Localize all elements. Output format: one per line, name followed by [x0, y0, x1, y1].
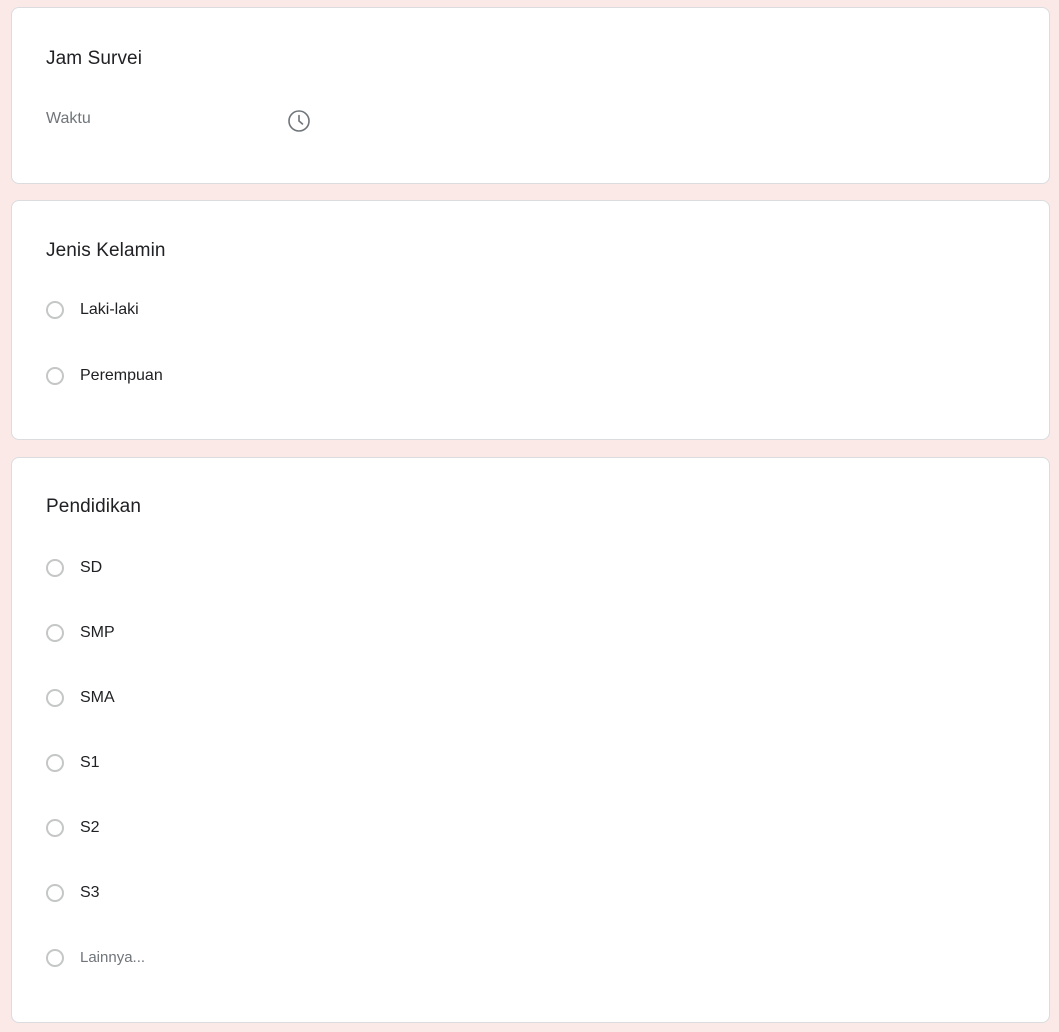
radio-option-perempuan[interactable]: Perempuan	[46, 362, 163, 390]
option-label: SMP	[80, 624, 115, 641]
radio-option-sma[interactable]: SMA	[46, 684, 115, 712]
option-label: S3	[80, 884, 100, 901]
radio-button[interactable]	[46, 884, 64, 902]
radio-option-sd[interactable]: SD	[46, 554, 102, 582]
radio-button[interactable]	[46, 624, 64, 642]
radio-option-laki-laki[interactable]: Laki-laki	[46, 296, 139, 324]
radio-button[interactable]	[46, 949, 64, 967]
radio-button[interactable]	[46, 819, 64, 837]
radio-option-s1[interactable]: S1	[46, 749, 100, 777]
radio-button[interactable]	[46, 367, 64, 385]
time-placeholder: Waktu	[46, 110, 91, 127]
radio-button[interactable]	[46, 754, 64, 772]
question-card-education: Pendidikan SD SMP SMA S1 S2 S3 Lainnya..…	[11, 457, 1050, 1023]
question-title-time: Jam Survei	[46, 48, 143, 69]
option-label: SD	[80, 559, 103, 576]
radio-button[interactable]	[46, 689, 64, 707]
other-option-label: Lainnya...	[80, 949, 146, 966]
radio-option-other[interactable]: Lainnya...	[46, 944, 145, 972]
option-label: S2	[80, 819, 100, 836]
question-card-time: Jam Survei Waktu	[11, 7, 1050, 184]
option-label: SMA	[80, 689, 115, 706]
radio-option-s3[interactable]: S3	[46, 879, 100, 907]
radio-option-smp[interactable]: SMP	[46, 619, 115, 647]
time-input[interactable]: Waktu	[46, 108, 316, 136]
option-label: Perempuan	[80, 367, 163, 384]
radio-button[interactable]	[46, 301, 64, 319]
question-title-gender: Jenis Kelamin	[46, 240, 166, 261]
question-title-education: Pendidikan	[46, 496, 142, 517]
option-label: S1	[80, 754, 100, 771]
question-card-gender: Jenis Kelamin Laki-laki Perempuan	[11, 200, 1050, 440]
radio-option-s2[interactable]: S2	[46, 814, 100, 842]
radio-button[interactable]	[46, 559, 64, 577]
clock-icon[interactable]	[286, 108, 312, 134]
option-label: Laki-laki	[80, 301, 139, 318]
